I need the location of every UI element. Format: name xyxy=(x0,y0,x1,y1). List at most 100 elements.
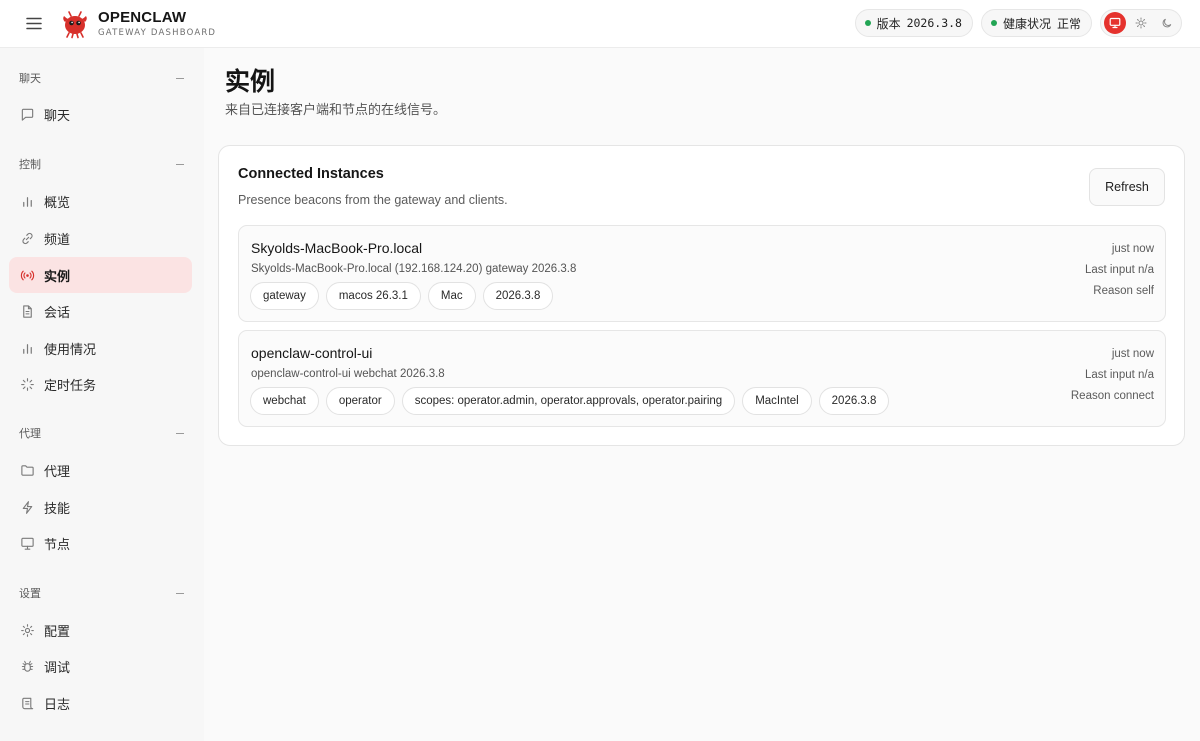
theme-dark-button[interactable] xyxy=(1156,12,1178,34)
section-label: 代理 xyxy=(19,428,41,440)
brand: OPENCLAW GATEWAY DASHBOARD xyxy=(98,10,216,38)
sidebar-item-logs[interactable]: 日志 xyxy=(9,685,192,721)
sidebar-item-label: 定时任务 xyxy=(44,377,97,393)
instance-tags: webchat operator scopes: operator.admin,… xyxy=(250,387,890,415)
loader-icon xyxy=(19,376,35,392)
sidebar-item-label: 使用情况 xyxy=(44,341,97,357)
sidebar-item-instances[interactable]: 实例 xyxy=(9,257,192,293)
sidebar-item-agents[interactable]: 代理 xyxy=(9,452,192,488)
sidebar-item-label: 配置 xyxy=(44,623,71,639)
radio-icon xyxy=(19,267,35,283)
sidebar-item-debug[interactable]: 调试 xyxy=(9,648,192,684)
scroll-icon xyxy=(19,695,35,711)
instance-name: openclaw-control-ui xyxy=(251,345,373,361)
tag-chip: scopes: operator.admin, operator.approva… xyxy=(401,387,736,415)
zap-icon xyxy=(19,499,35,515)
section-label: 控制 xyxy=(19,159,41,171)
page-title: 实例 xyxy=(225,68,276,96)
instance-last-input: Last input n/a xyxy=(1084,264,1154,276)
instance-detail: Skyolds-MacBook-Pro.local (192.168.124.2… xyxy=(251,263,577,275)
card-subtitle: Presence beacons from the gateway and cl… xyxy=(238,193,508,207)
sidebar-item-label: 概览 xyxy=(44,194,71,210)
collapse-icon xyxy=(176,163,184,165)
sidebar-item-channels[interactable]: 频道 xyxy=(9,220,192,256)
version-value: 2026.3.8 xyxy=(906,16,962,30)
tag-chip: MacIntel xyxy=(742,387,812,415)
sidebar-item-usage[interactable]: 使用情况 xyxy=(9,330,192,366)
sidebar: 聊天 聊天 控制 概览 频道 实例 会话 使用情况 定时任务 代理 代理 技能 … xyxy=(0,48,204,741)
instance-meta: just now Last input n/a Reason self xyxy=(1085,239,1154,302)
folder-icon xyxy=(19,462,35,478)
theme-light-button[interactable] xyxy=(1130,12,1152,34)
tag-chip: 2026.3.8 xyxy=(482,282,554,310)
sidebar-item-label: 技能 xyxy=(44,500,71,516)
instance-reason: Reason self xyxy=(1093,285,1154,297)
sidebar-item-label: 聊天 xyxy=(44,107,71,123)
sidebar-item-sessions[interactable]: 会话 xyxy=(9,293,192,329)
tag-chip: gateway xyxy=(250,282,319,310)
tag-chip: webchat xyxy=(250,387,319,415)
instance-name: Skyolds-MacBook-Pro.local xyxy=(251,240,423,256)
instance-row: openclaw-control-ui openclaw-control-ui … xyxy=(238,330,1166,427)
tag-chip: 2026.3.8 xyxy=(818,387,890,415)
monitor-icon xyxy=(1109,17,1121,29)
page-subtitle: 来自已连接客户端和节点的在线信号。 xyxy=(225,102,447,117)
theme-system-button[interactable] xyxy=(1104,12,1126,34)
moon-icon xyxy=(1162,18,1172,28)
bar-chart-icon xyxy=(19,193,35,209)
sidebar-item-label: 代理 xyxy=(44,463,71,479)
openclaw-logo-icon xyxy=(60,9,90,39)
sidebar-item-label: 会话 xyxy=(44,304,71,320)
sidebar-item-config[interactable]: 配置 xyxy=(9,612,192,648)
message-square-icon xyxy=(19,106,35,122)
sidebar-item-label: 节点 xyxy=(44,536,71,552)
sidebar-item-skills[interactable]: 技能 xyxy=(9,489,192,525)
sidebar-section-chat[interactable]: 聊天 xyxy=(0,68,204,88)
sidebar-section-settings[interactable]: 设置 xyxy=(0,583,204,603)
sidebar-item-label: 日志 xyxy=(44,696,71,712)
monitor-icon xyxy=(19,535,35,551)
file-text-icon xyxy=(19,303,35,319)
instance-tags: gateway macos 26.3.1 Mac 2026.3.8 xyxy=(250,282,554,310)
health-label: 健康状况 xyxy=(1002,16,1051,31)
sidebar-section-control[interactable]: 控制 xyxy=(0,154,204,174)
sidebar-item-nodes[interactable]: 节点 xyxy=(9,525,192,561)
instance-meta: just now Last input n/a Reason connect xyxy=(1071,344,1154,407)
instance-reason: Reason connect xyxy=(1070,390,1154,402)
hamburger-menu-icon[interactable] xyxy=(22,12,46,36)
sidebar-item-label: 频道 xyxy=(44,231,71,247)
section-label: 聊天 xyxy=(19,73,41,85)
brand-title: OPENCLAW xyxy=(98,8,187,26)
health-value: 正常 xyxy=(1056,16,1081,31)
instance-row: Skyolds-MacBook-Pro.local Skyolds-MacBoo… xyxy=(238,225,1166,322)
tag-chip: macos 26.3.1 xyxy=(325,282,421,310)
bar-chart-icon xyxy=(19,340,35,356)
top-bar: OPENCLAW GATEWAY DASHBOARD 版本 2026.3.8 健… xyxy=(0,0,1200,48)
health-pill: 健康状况 正常 xyxy=(980,9,1092,37)
topbar-status-group: 版本 2026.3.8 健康状况 正常 xyxy=(854,8,1182,38)
brand-subtitle: GATEWAY DASHBOARD xyxy=(98,27,217,38)
bug-icon xyxy=(19,658,35,674)
sidebar-item-cron-jobs[interactable]: 定时任务 xyxy=(9,366,192,402)
sidebar-item-overview[interactable]: 概览 xyxy=(9,183,192,219)
status-dot-icon xyxy=(864,20,871,26)
collapse-icon xyxy=(176,77,184,79)
sidebar-item-chat[interactable]: 聊天 xyxy=(9,96,192,132)
connected-instances-card: Connected Instances Presence beacons fro… xyxy=(218,145,1185,446)
section-label: 设置 xyxy=(19,588,41,600)
collapse-icon xyxy=(176,432,184,434)
instance-last-input: Last input n/a xyxy=(1084,369,1154,381)
tag-chip: operator xyxy=(325,387,395,415)
sidebar-section-agents[interactable]: 代理 xyxy=(0,423,204,443)
instance-detail: openclaw-control-ui webchat 2026.3.8 xyxy=(251,368,445,380)
sun-icon xyxy=(1135,17,1147,29)
link-icon xyxy=(19,230,35,246)
instance-time: just now xyxy=(1111,348,1154,360)
tag-chip: Mac xyxy=(427,282,476,310)
theme-switcher xyxy=(1100,9,1182,37)
refresh-button[interactable]: Refresh xyxy=(1089,168,1165,206)
version-pill: 版本 2026.3.8 xyxy=(854,9,973,37)
status-dot-icon xyxy=(990,20,997,26)
card-title: Connected Instances xyxy=(238,166,384,182)
sidebar-item-label: 调试 xyxy=(44,659,71,675)
